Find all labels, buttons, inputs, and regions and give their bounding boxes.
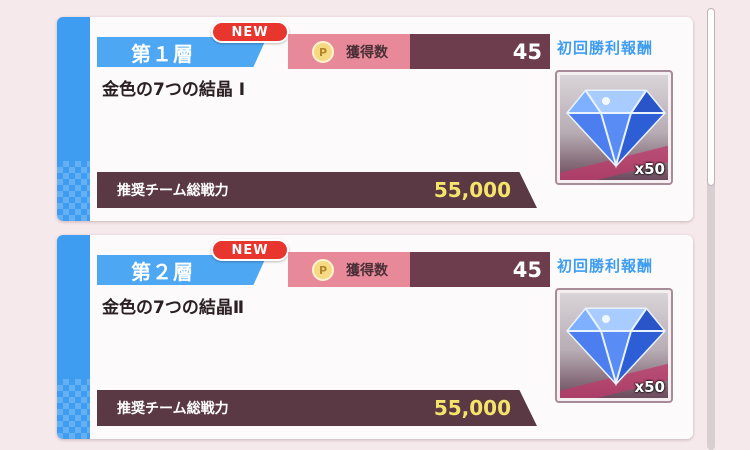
points-value: 45 xyxy=(410,252,550,287)
points-bar: P 獲得数 45 xyxy=(288,252,550,287)
points-label-box: P 獲得数 xyxy=(288,252,410,287)
quest-list[interactable]: 第１層 NEW P 獲得数 45 金色の7つの結晶 Ⅰ 推奨チーム総戦力 55,… xyxy=(0,0,750,450)
power-label: 推奨チーム総戦力 xyxy=(117,183,229,199)
card-accent-stripe xyxy=(57,17,90,221)
diamond-icon xyxy=(566,307,666,387)
reward-title: 初回勝利報酬 xyxy=(557,39,654,57)
card-accent-stripe xyxy=(57,235,90,439)
reward-item[interactable]: x50 xyxy=(555,288,673,403)
new-badge: NEW xyxy=(211,21,289,43)
point-coin-icon: P xyxy=(312,259,334,281)
reward-item-frame: x50 xyxy=(560,293,668,398)
point-coin-icon: P xyxy=(312,41,334,63)
points-label-box: P 獲得数 xyxy=(288,34,410,69)
reward-count: x50 xyxy=(634,160,665,178)
reward-title: 初回勝利報酬 xyxy=(557,257,654,275)
power-value: 55,000 xyxy=(433,178,511,202)
floor-card[interactable]: 第１層 NEW P 獲得数 45 金色の7つの結晶 Ⅰ 推奨チーム総戦力 55,… xyxy=(57,17,693,221)
points-label: 獲得数 xyxy=(346,44,388,61)
recommended-power-bar: 推奨チーム総戦力 55,000 xyxy=(97,390,537,426)
reward-count: x50 xyxy=(634,378,665,396)
power-value: 55,000 xyxy=(433,396,511,420)
scrollbar-track[interactable] xyxy=(707,8,715,450)
reward-item[interactable]: x50 xyxy=(555,70,673,185)
stage-name: 金色の7つの結晶 Ⅰ xyxy=(102,80,246,100)
floor-card[interactable]: 第２層 NEW P 獲得数 45 金色の7つの結晶Ⅱ 推奨チーム総戦力 55,0… xyxy=(57,235,693,439)
points-bar: P 獲得数 45 xyxy=(288,34,550,69)
power-label: 推奨チーム総戦力 xyxy=(117,401,229,417)
new-badge: NEW xyxy=(211,239,289,261)
diamond-icon xyxy=(566,89,666,169)
points-label: 獲得数 xyxy=(346,262,388,279)
reward-item-frame: x50 xyxy=(560,75,668,180)
recommended-power-bar: 推奨チーム総戦力 55,000 xyxy=(97,172,537,208)
points-value: 45 xyxy=(410,34,550,69)
scrollbar-thumb[interactable] xyxy=(707,8,715,186)
stage-name: 金色の7つの結晶Ⅱ xyxy=(102,298,245,318)
